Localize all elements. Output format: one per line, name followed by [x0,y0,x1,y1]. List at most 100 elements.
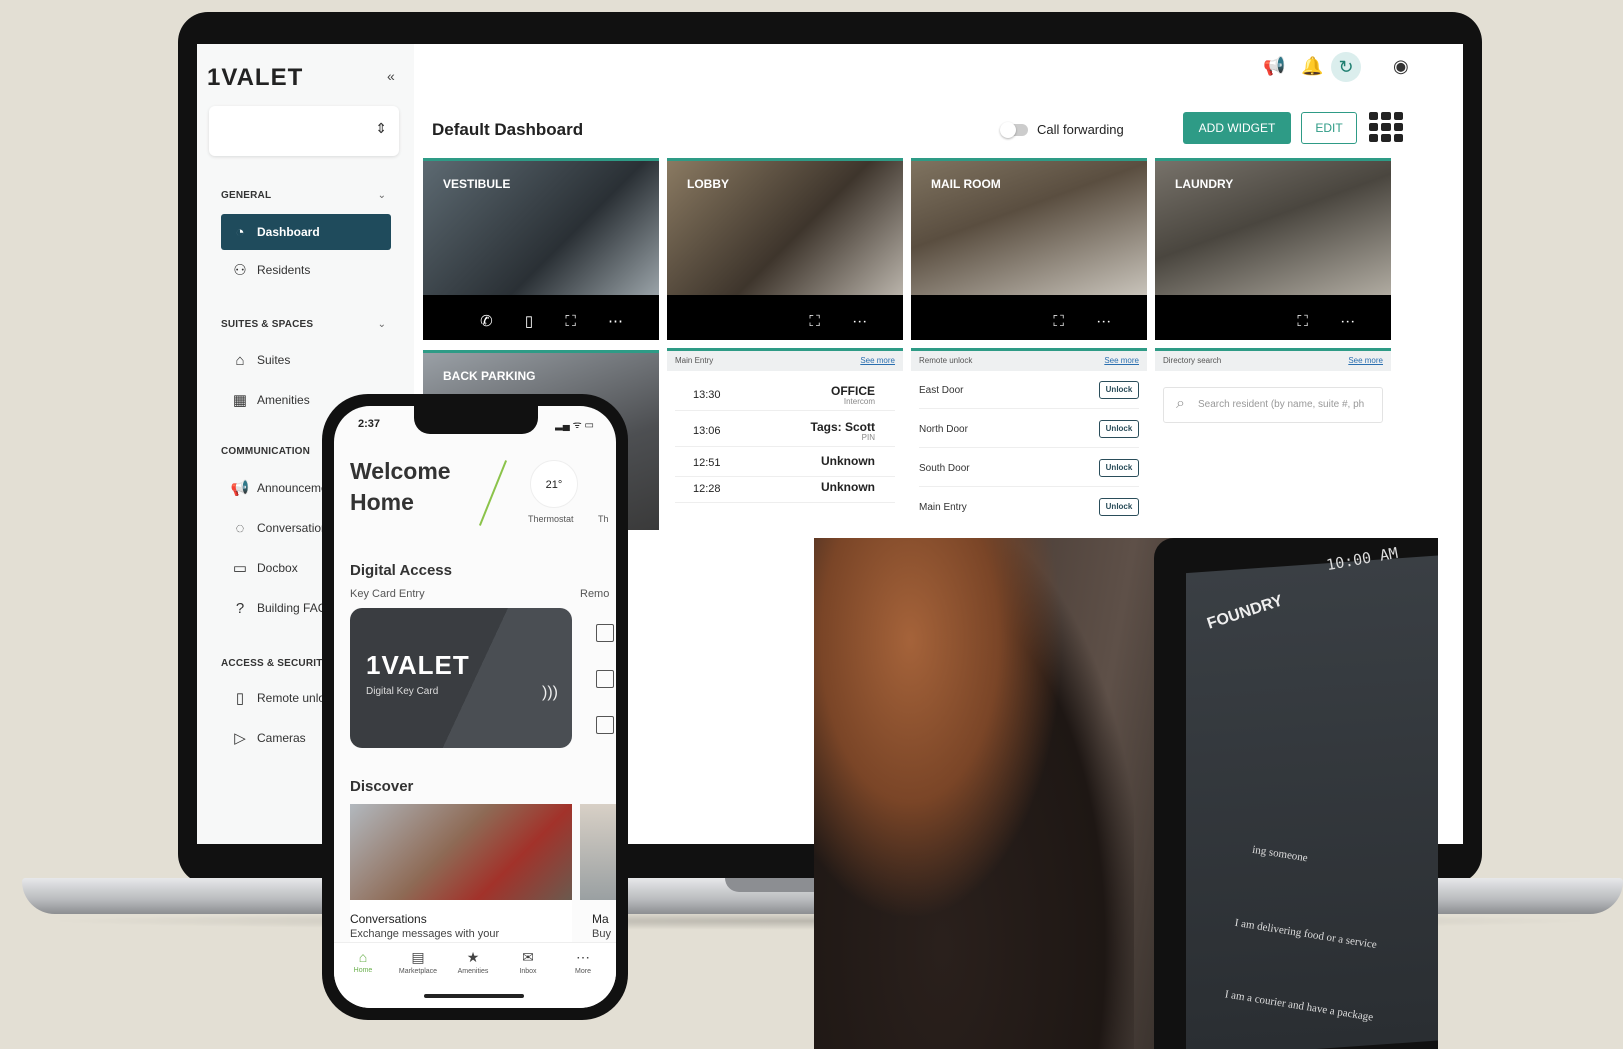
camera-controls[interactable]: ⛶ ⋯ [1053,313,1125,330]
edit-button[interactable]: EDIT [1301,112,1357,144]
section-general[interactable]: GENERAL [221,190,271,201]
add-widget-button[interactable]: ADD WIDGET [1183,112,1291,144]
store-icon: ▤ [411,949,425,965]
camera-tile-laundry[interactable]: LAUNDRY ⛶ ⋯ [1155,158,1391,340]
help-icon: ? [235,599,245,617]
calendar-icon: ▦ [232,392,248,409]
entry-method: PIN [861,433,875,442]
list-item[interactable]: 13:06 Tags: Scott PIN [675,417,895,447]
tab-label: Marketplace [398,968,438,975]
door-icon[interactable] [596,624,614,642]
unlock-button[interactable]: Unlock [1099,381,1139,399]
page-title: Default Dashboard [432,120,584,139]
section-communication[interactable]: COMMUNICATION [221,446,310,457]
discover-desc: Exchange messages with your [350,928,500,940]
section-access-security[interactable]: ACCESS & SECURITY [221,658,329,669]
brand-logo: 1VALET [207,64,304,91]
widget-title: Remote unlock [919,356,973,365]
discover-title: Ma [592,912,609,926]
tab-home[interactable]: ⌂ Home [336,949,390,974]
digital-key-card[interactable]: 1VALET Digital Key Card ))) [350,608,572,748]
sidebar-item-dashboard[interactable]: ◔ Dashboard [221,214,391,250]
widget-header: Directory search See more [1155,351,1391,371]
camera-controls[interactable]: ✆ ▯ ⛶ ⋯ [480,312,637,330]
select-arrows-icon: ⇕ [375,120,387,136]
unlock-button[interactable]: Unlock [1099,498,1139,516]
home-icon: ⌂ [358,949,368,965]
see-more-link[interactable]: See more [1104,356,1139,365]
camera-tile-vestibule[interactable]: VESTIBULE ✆ ▯ ⛶ ⋯ [423,158,659,340]
folder-icon: ▭ [232,560,248,577]
chevron-down-icon[interactable]: ⌄ [378,190,386,201]
section-suites-spaces[interactable]: SUITES & SPACES [221,319,313,330]
unlock-button[interactable]: Unlock [1099,459,1139,477]
tab-marketplace[interactable]: ▤ Marketplace [391,949,445,975]
entry-value-text: OFFICE [831,384,875,398]
bell-icon[interactable]: 🔔 [1301,56,1323,77]
door-icon[interactable] [596,670,614,688]
discover-title: Conversations [350,912,427,926]
tab-label: Amenities [457,968,489,975]
sidebar-item-label: Conversation [257,521,328,535]
user-account-icon[interactable]: ◉ [1393,56,1409,77]
door-name: North Door [919,424,968,435]
refresh-icon[interactable]: ↻ [1331,52,1361,82]
tab-label: Inbox [519,968,537,975]
entry-value: OFFICE Intercom [831,384,875,406]
property-select[interactable]: ⇕ [209,106,399,156]
unlock-button[interactable]: Unlock [1099,420,1139,438]
directory-search-input[interactable]: Search resident (by name, suite #, ph [1163,387,1383,423]
tab-more[interactable]: ⋯ More [556,949,610,975]
tab-inbox[interactable]: ✉ Inbox [501,949,555,975]
camera-tile-lobby[interactable]: LOBBY ⛶ ⋯ [667,158,903,340]
entry-time: 13:06 [693,425,721,437]
status-icons: ▂▄ ᯤ ▭ [555,420,594,431]
entry-value: Unknown [821,480,875,494]
collapse-sidebar-icon[interactable]: « [387,68,395,84]
entry-value-text: Tags: Scott [810,420,875,434]
door-name: South Door [919,463,970,474]
thermostat-widget[interactable]: 21° [530,460,578,508]
door-icon: ▯ [235,690,245,707]
call-forwarding-toggle[interactable] [1000,122,1028,138]
door-icon[interactable] [596,716,614,734]
discover-image[interactable] [580,804,616,900]
camera-controls[interactable]: ⛶ ⋯ [809,313,881,330]
star-icon: ★ [466,949,480,965]
discover-image[interactable] [350,804,572,900]
camera-tile-mail-room[interactable]: MAIL ROOM ⛶ ⋯ [911,158,1147,340]
section-heading: Digital Access [350,562,452,579]
list-item[interactable]: 12:51 Unknown [675,451,895,477]
section-heading: Discover [350,778,414,795]
widget-header: Remote unlock See more [911,351,1147,371]
camera-name: VESTIBULE [443,177,511,191]
camera-controls[interactable]: ⛶ ⋯ [1297,313,1369,330]
megaphone-icon[interactable]: 📢 [1263,56,1285,77]
entry-value: Unknown [821,454,875,468]
card-logo: 1VALET [366,650,470,680]
play-icon: ▷ [234,730,246,747]
tab-bar: ⌂ Home ▤ Marketplace ★ Amenities ✉ Inbox ⋯ Mo… [334,942,616,1008]
grid-view-icon[interactable] [1369,112,1403,142]
door-name: East Door [919,385,964,396]
entry-time: 13:30 [693,389,721,401]
sidebar-item-label: Dashboard [257,225,320,239]
list-item[interactable]: 12:28 Unknown [675,477,895,503]
kiosk-photo: 10:00 AM FOUNDRY ing someone I am delive… [814,538,1438,1049]
entry-value-text: Unknown [821,454,875,468]
mail-icon: ✉ [522,949,534,965]
megaphone-icon: 📢 [230,480,250,497]
list-item[interactable]: 13:30 OFFICE Intercom [675,381,895,411]
see-more-link[interactable]: See more [1348,356,1383,365]
residents-icon: ⚇ [233,262,247,279]
widget-title: Directory search [1163,356,1222,365]
tab-amenities[interactable]: ★ Amenities [446,949,500,975]
call-forwarding-label: Call forwarding [1037,122,1124,137]
card-label: Digital Key Card [366,686,439,697]
sidebar-item-suites[interactable]: ⌂ Suites [221,342,391,378]
chevron-down-icon[interactable]: ⌄ [378,319,386,330]
directory-search-widget: Directory search See more Search resident… [1155,348,1391,528]
sidebar-item-residents[interactable]: ⚇ Residents [221,252,391,288]
see-more-link[interactable]: See more [860,356,895,365]
sidebar-item-label: Suites [257,353,291,367]
